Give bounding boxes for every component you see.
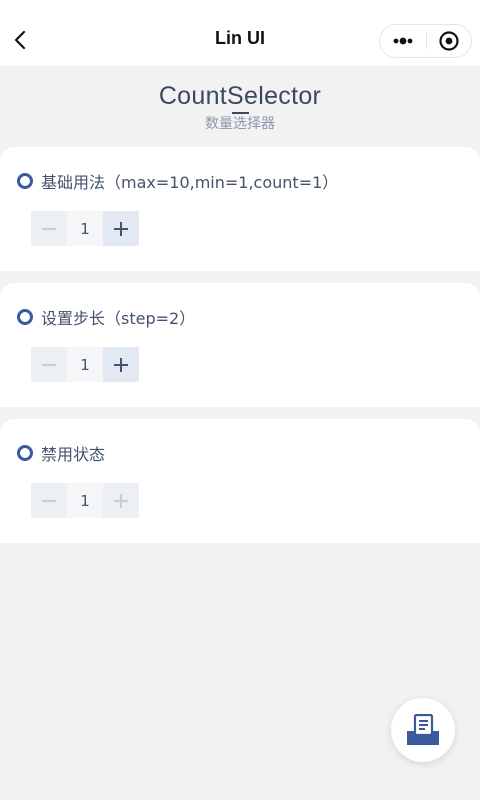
section-header: 设置步长（step=2）: [17, 307, 196, 328]
count-selector: 1: [31, 211, 139, 246]
navigation-bar: Lin UI: [0, 0, 480, 66]
page-subtitle: 数量选择器: [205, 116, 275, 132]
increment-button[interactable]: [103, 211, 139, 246]
plus-icon: [114, 357, 128, 372]
section-title: 设置步长（step=2）: [41, 309, 196, 328]
minus-icon: [42, 363, 56, 366]
page-title: CountSelector: [158, 82, 322, 110]
increment-button[interactable]: [103, 483, 139, 518]
minus-icon: [42, 227, 56, 230]
minus-icon: [42, 499, 56, 502]
ring-icon: [17, 445, 33, 461]
count-value: 1: [67, 211, 103, 246]
increment-button[interactable]: [103, 347, 139, 382]
close-miniprogram-button[interactable]: [427, 25, 472, 57]
ring-icon: [17, 173, 33, 189]
section-basic-usage: 基础用法（max=10,min=1,count=1） 1: [0, 147, 480, 271]
decrement-button[interactable]: [31, 347, 67, 382]
decrement-button[interactable]: [31, 211, 67, 246]
more-dots-icon: [393, 37, 413, 45]
section-title: 基础用法（max=10,min=1,count=1）: [41, 173, 339, 192]
count-value: 1: [67, 347, 103, 382]
document-tray-icon: [407, 714, 439, 745]
title-underline: [232, 112, 249, 114]
plus-icon: [114, 221, 128, 236]
floating-action-button[interactable]: [391, 698, 455, 762]
target-icon: [439, 31, 459, 51]
count-value: 1: [67, 483, 103, 518]
section-step: 设置步长（step=2） 1: [0, 283, 480, 407]
count-selector: 1: [31, 347, 139, 382]
count-selector: 1: [31, 483, 139, 518]
section-title: 禁用状态: [41, 445, 106, 464]
section-header: 禁用状态: [17, 443, 106, 464]
decrement-button[interactable]: [31, 483, 67, 518]
section-header: 基础用法（max=10,min=1,count=1）: [17, 171, 339, 192]
capsule-menu: [379, 24, 472, 58]
ring-icon: [17, 309, 33, 325]
more-button[interactable]: [380, 25, 426, 57]
page-header: CountSelector 数量选择器: [0, 82, 480, 133]
plus-icon: [114, 493, 128, 508]
section-disabled: 禁用状态 1: [0, 419, 480, 543]
